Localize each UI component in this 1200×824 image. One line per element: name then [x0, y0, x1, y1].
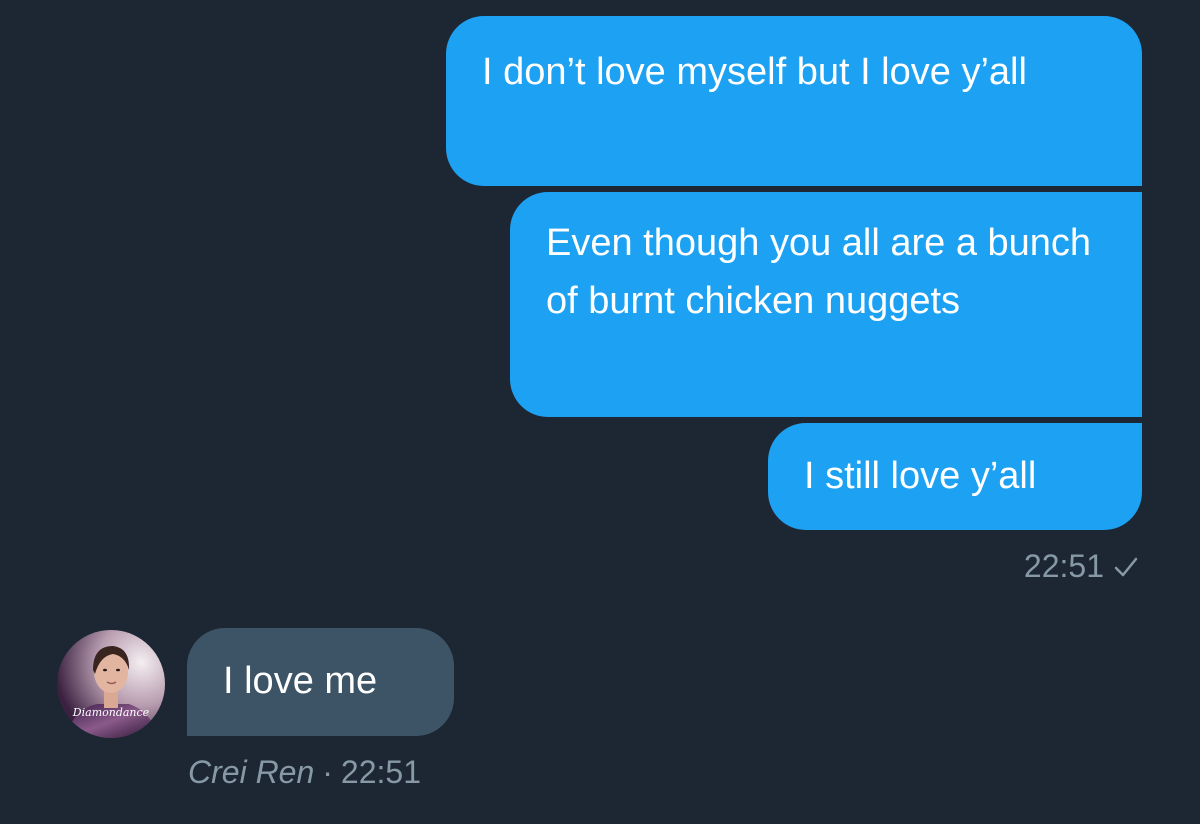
received-message-meta: Crei Ren · 22:51	[188, 754, 421, 791]
sent-message-bubble[interactable]: Even though you all are a bunch of burnt…	[510, 192, 1142, 417]
received-timestamp: 22:51	[340, 754, 421, 790]
sender-name[interactable]: Crei Ren	[188, 754, 314, 790]
message-text: I love me	[223, 660, 378, 702]
message-text: Even though you all are a bunch of burnt…	[546, 222, 1092, 322]
svg-text:Diamondance: Diamondance	[72, 706, 150, 719]
sent-timestamp: 22:51	[1023, 548, 1104, 584]
avatar[interactable]: Diamondance	[57, 630, 165, 738]
sent-message-bubble[interactable]: I still love y’all	[768, 423, 1142, 530]
received-message-bubble[interactable]: I love me	[187, 628, 454, 736]
sent-message-meta: 22:51	[1024, 548, 1138, 585]
message-text: I still love y’all	[804, 455, 1037, 497]
meta-separator: ·	[322, 754, 333, 790]
message-text: I don’t love myself but I love y’all	[482, 51, 1027, 93]
sent-message-bubble[interactable]: I don’t love myself but I love y’all	[446, 16, 1142, 186]
check-icon	[1114, 556, 1138, 578]
